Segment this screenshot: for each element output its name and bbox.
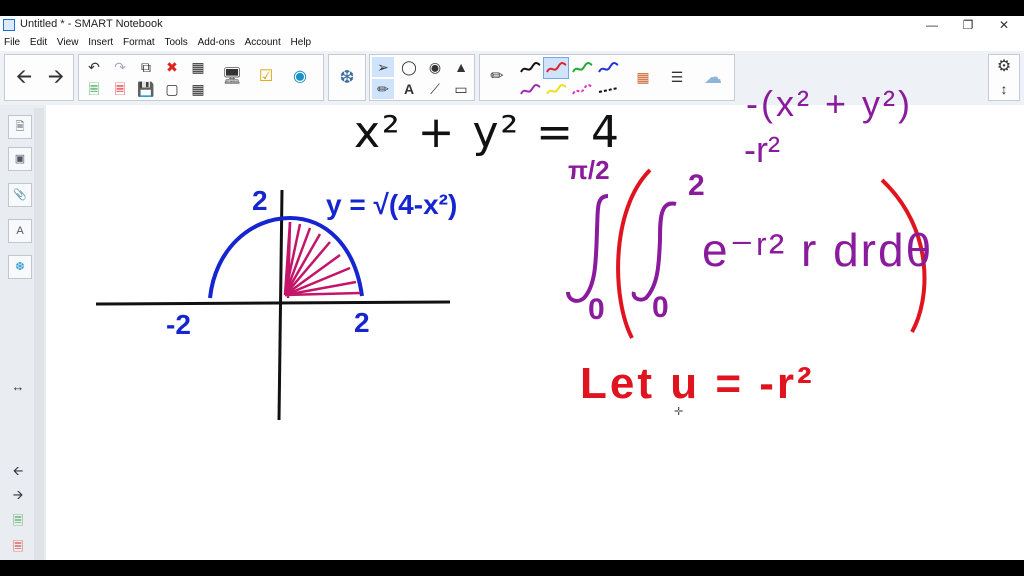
line-tool-icon[interactable]: ⟋ (424, 79, 446, 99)
menu-view[interactable]: View (57, 37, 79, 48)
bottom-bar (0, 560, 1024, 576)
y-axis-label-2: 2 (252, 185, 268, 216)
close-icon[interactable]: ✕ (986, 16, 1022, 35)
page-sorter-icon[interactable]: 🗎 (8, 115, 32, 139)
window-titlebar: Untitled * - SMART Notebook — ❐ ✕ (0, 16, 1024, 35)
polar-region-shading (283, 221, 361, 299)
toolbar-settings-group: ⚙ ↕ (988, 54, 1020, 101)
delete-page-side-icon[interactable]: 🗏 (9, 539, 27, 555)
window-title: Untitled * - SMART Notebook (20, 18, 163, 30)
pen-black-dashed[interactable] (596, 80, 620, 100)
inner-upper-limit: 2 (688, 169, 705, 202)
edit-group: ↶ ↷ ⧉ ✖ ▦ 🗏 🗏 💾 ▢ ▦ 🖥 ☑ ◉ (78, 54, 324, 101)
menu-account[interactable]: Account (245, 37, 281, 48)
menu-help[interactable]: Help (291, 37, 312, 48)
cursor-crosshair-icon: ✛ (674, 406, 684, 418)
pen-blue[interactable] (596, 58, 620, 78)
y-axis (277, 189, 284, 421)
ink-layer (95, 168, 927, 421)
x-axis-label-2: 2 (354, 307, 370, 338)
x-axis (95, 300, 451, 306)
minimize-icon[interactable]: — (914, 16, 950, 35)
outer-integral-sign (566, 194, 609, 303)
attachments-icon[interactable]: 📎 (8, 183, 32, 207)
monster-icon[interactable]: ◉ (285, 57, 315, 97)
shapes-icon[interactable]: ◯ (398, 57, 420, 77)
move-toolbar-icon[interactable]: ↕ (993, 79, 1015, 99)
restore-icon[interactable]: ❐ (950, 16, 986, 35)
pen-green[interactable] (570, 58, 594, 78)
menu-file[interactable]: File (4, 37, 20, 48)
menu-edit[interactable]: Edit (30, 37, 47, 48)
previous-page-icon[interactable]: 🡨 (9, 463, 27, 479)
x-axis-label-neg2: -2 (166, 309, 191, 340)
save-icon[interactable]: 💾 (135, 79, 157, 99)
eraser-icon[interactable]: ◉ (424, 57, 446, 77)
left-paren (616, 168, 652, 339)
menu-format[interactable]: Format (123, 37, 155, 48)
smart-notebook-app-icon (3, 19, 15, 31)
partial-exponent-expression: -(x² + y²) (746, 83, 913, 124)
add-page-side-icon[interactable]: 🗏 (9, 513, 27, 529)
addon-icon[interactable]: ❆ (332, 57, 362, 97)
addons-panel-icon[interactable]: ❆ (8, 255, 32, 279)
delete-icon[interactable]: ✖ (161, 57, 183, 77)
table-icon[interactable]: ▦ (187, 57, 209, 77)
text-tool-icon[interactable]: A (398, 79, 420, 99)
nav-group: 🡨 🡪 (4, 54, 74, 101)
menu-bar: File Edit View Insert Format Tools Add-o… (0, 35, 1024, 51)
minus-r-squared: -r² (744, 129, 780, 170)
menu-tools[interactable]: Tools (164, 37, 187, 48)
pen-group: ✏ ▦ ☰ ☁ (479, 54, 735, 101)
measure-icon[interactable]: ▦ (187, 79, 209, 99)
display-icon[interactable]: 🖥 (217, 57, 247, 97)
outer-upper-limit: π/2 (568, 155, 610, 185)
addon-group: ❆ (328, 54, 366, 101)
lesson-activity-icon[interactable]: ☑ (251, 57, 281, 97)
menu-insert[interactable]: Insert (88, 37, 113, 48)
pen-tool-icon[interactable]: ✏ (482, 57, 512, 97)
redo-icon[interactable]: ↷ (109, 57, 131, 77)
gallery-icon[interactable]: ▣ (8, 147, 32, 171)
menu-addons[interactable]: Add-ons (198, 37, 235, 48)
fill-icon[interactable]: ▲ (450, 57, 472, 77)
integrand-expression: e⁻ʳ² r drdθ (702, 224, 934, 276)
add-page-icon[interactable]: 🗏 (83, 79, 105, 99)
side-panel-scrollbar[interactable] (34, 108, 44, 560)
pen-purple[interactable] (518, 80, 542, 100)
gear-icon[interactable]: ⚙ (993, 57, 1015, 77)
arrow-right-icon[interactable]: 🡪 (41, 57, 71, 97)
fill-effects-icon[interactable]: ☁ (698, 57, 728, 97)
pen-yellow[interactable] (544, 80, 568, 100)
arrow-left-icon[interactable]: 🡨 (9, 57, 39, 97)
undo-icon[interactable]: ↶ (83, 57, 105, 77)
curve-equation-label: y = √(4-x²) (326, 189, 458, 220)
inner-lower-limit: 0 (652, 291, 669, 324)
resize-panel-icon[interactable]: ↔ (9, 379, 27, 395)
pointer-icon[interactable]: ➢ (372, 57, 394, 77)
outer-lower-limit: 0 (588, 293, 605, 326)
next-page-icon[interactable]: 🡪 (9, 487, 27, 503)
pen-black[interactable] (518, 58, 542, 78)
paste-icon[interactable]: ⧉ (135, 57, 157, 77)
eraser2-icon[interactable]: ▭ (450, 79, 472, 99)
properties-icon[interactable]: A (8, 219, 32, 243)
inner-integral-sign (631, 201, 677, 302)
whiteboard-canvas[interactable]: x² + y² = 4 -(x² + y²) -r² 2 -2 2 y = √(… (46, 83, 1024, 560)
pen-magenta-dashed[interactable] (570, 80, 594, 100)
line-style-icon[interactable]: ☰ (662, 57, 692, 97)
screen-shade-icon[interactable]: ▢ (161, 79, 183, 99)
color-palette-icon[interactable]: ▦ (628, 57, 658, 97)
remove-page-icon[interactable]: 🗏 (109, 79, 131, 99)
pen-pair-icon[interactable]: ✏ (372, 79, 394, 99)
substitution-statement: Let u = -r² (580, 359, 815, 408)
select-group: ➢ ◯ ◉ ▲ ✏ A ⟋ ▭ (369, 54, 475, 101)
circle-equation: x² + y² = 4 (354, 107, 622, 158)
pen-red[interactable] (543, 57, 569, 79)
